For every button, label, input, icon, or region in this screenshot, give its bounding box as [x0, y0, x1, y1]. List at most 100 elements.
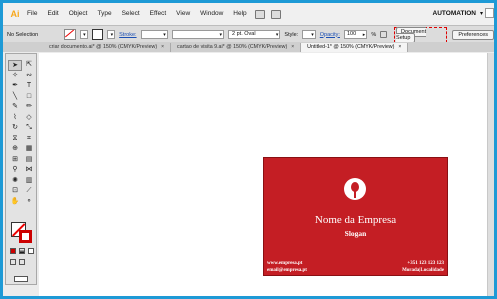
eraser-icon[interactable]: ◇ — [22, 113, 36, 124]
pencil-icon[interactable]: ✏ — [22, 102, 36, 113]
style-label: Style: — [284, 31, 299, 38]
opacity-label[interactable]: Opacity: — [320, 32, 340, 38]
eyedropper-icon[interactable]: ⚲ — [8, 165, 22, 176]
line-segment-icon[interactable]: ╲ — [8, 92, 22, 103]
menu-select[interactable]: Select — [117, 3, 145, 25]
fill-dropdown[interactable]: ▾ — [79, 30, 88, 39]
fill-swatch[interactable] — [64, 29, 76, 40]
menu-bar: Ai File Edit Object Type Select Effect V… — [3, 3, 494, 25]
preferences-button[interactable]: Preferences — [452, 29, 494, 40]
menu-help[interactable]: Help — [228, 3, 251, 25]
draw-normal-icon[interactable] — [10, 259, 16, 265]
search-input[interactable] — [485, 8, 494, 18]
fill-stroke-widget[interactable] — [11, 222, 35, 244]
tab-label: Untitled-1* @ 150% (CMYK/Preview) — [307, 44, 395, 50]
selection-tool-icon[interactable]: ➤ — [8, 60, 22, 71]
document-tabs: criar documento.ai* @ 150% (CMYK/Preview… — [3, 42, 494, 52]
workspace-switcher[interactable]: AUTOMATION — [433, 10, 476, 17]
menu-effect[interactable]: Effect — [145, 3, 172, 25]
free-transform-icon[interactable]: ⌗ — [22, 134, 36, 145]
vertical-scrollbar[interactable] — [487, 53, 494, 296]
menu-view[interactable]: View — [171, 3, 195, 25]
zoom-tool-icon[interactable]: ⚬ — [22, 197, 36, 208]
graphic-style-dropdown[interactable]: ▾ — [302, 30, 316, 39]
stroke-label[interactable]: Stroke: — [119, 32, 136, 38]
menu-window[interactable]: Window — [195, 3, 228, 25]
email: email@empresa.pt — [267, 268, 307, 273]
illustrator-window: Ai File Edit Object Type Select Effect V… — [3, 3, 494, 296]
close-icon[interactable]: × — [161, 43, 164, 52]
address: Morada|Localidade — [402, 268, 444, 273]
menu-edit[interactable]: Edit — [42, 3, 63, 25]
lasso-icon[interactable]: ∾ — [22, 71, 36, 82]
brush-name: 2 pt. Oval — [232, 31, 256, 37]
gradient-tool-icon[interactable]: ▤ — [22, 155, 36, 166]
tab-criar-documento[interactable]: criar documento.ai* @ 150% (CMYK/Preview… — [43, 43, 172, 52]
stroke-dropdown[interactable]: ▾ — [107, 30, 116, 39]
chevron-down-icon: ▾ — [83, 32, 86, 38]
type-tool-icon[interactable]: T — [22, 81, 36, 92]
screen-mode-icon[interactable] — [14, 276, 28, 282]
gradient-icon[interactable] — [19, 248, 25, 254]
symbol-sprayer-icon[interactable]: ✺ — [8, 176, 22, 187]
menu-file[interactable]: File — [22, 3, 42, 25]
scale-icon[interactable]: ⤡ — [22, 123, 36, 134]
company-name: Nome da Empresa — [314, 214, 397, 226]
bridge-icon[interactable] — [254, 9, 265, 19]
tab-label: criar documento.ai* @ 150% (CMYK/Preview… — [49, 44, 158, 50]
blend-tool-icon[interactable]: ⋈ — [22, 165, 36, 176]
blob-brush-icon[interactable]: ⌇ — [8, 113, 22, 124]
slice-tool-icon[interactable]: ⟋ — [22, 186, 36, 197]
drawing-mode-row — [10, 259, 25, 265]
chevron-down-icon[interactable]: ▾ — [480, 10, 483, 17]
tab-label: cartao de visita 9.ai* @ 150% (CMYK/Prev… — [177, 44, 288, 50]
arrange-documents-icon[interactable] — [270, 9, 281, 19]
chevron-down-icon: ▸ — [362, 32, 366, 38]
draw-behind-icon[interactable] — [19, 259, 25, 265]
document-setup-highlight: Document Setup — [394, 26, 448, 43]
direct-selection-tool-icon[interactable]: ⇱ — [22, 60, 36, 71]
tab-cartao-de-visita[interactable]: cartao de visita 9.ai* @ 150% (CMYK/Prev… — [171, 43, 302, 52]
spoon-logo-icon — [344, 178, 366, 200]
menu-object[interactable]: Object — [64, 3, 93, 25]
menu-type[interactable]: Type — [92, 3, 116, 25]
selection-status: No Selection — [7, 31, 39, 38]
chevron-down-icon: ▾ — [110, 32, 114, 38]
stroke-weight-input[interactable]: ▾ — [140, 30, 168, 39]
shape-builder-icon[interactable]: ⊕ — [8, 144, 22, 155]
business-card[interactable]: Nome da Empresa Slogan www.empresa.pt em… — [263, 157, 448, 276]
hand-tool-icon[interactable]: ✋ — [8, 197, 22, 208]
rotate-icon[interactable]: ↻ — [8, 123, 22, 134]
paintbrush-icon[interactable]: ✎ — [8, 102, 22, 113]
width-tool-icon[interactable]: ⧖ — [8, 134, 22, 145]
perspective-grid-icon[interactable]: ▦ — [22, 144, 36, 155]
document-setup-button[interactable]: Document Setup — [396, 26, 427, 43]
color-icon[interactable] — [10, 248, 16, 254]
chevron-down-icon: ▾ — [311, 32, 314, 38]
tab-untitled-1[interactable]: Untitled-1* @ 150% (CMYK/Preview) × — [301, 43, 409, 52]
stroke-swatch[interactable] — [91, 29, 104, 40]
close-icon[interactable]: × — [291, 43, 294, 52]
mesh-tool-icon[interactable]: ⊞ — [8, 155, 22, 166]
opacity-unit: % — [371, 31, 377, 38]
stroke-swatch-large[interactable] — [19, 230, 32, 243]
chevron-down-icon: ▾ — [275, 32, 279, 38]
brush-definition[interactable]: 2 pt. Oval ▾ — [228, 30, 281, 39]
none-icon[interactable] — [28, 248, 34, 254]
chevron-down-icon: ▾ — [219, 32, 223, 38]
website: www.empresa.pt — [267, 261, 303, 266]
recolor-icon[interactable] — [380, 31, 388, 38]
color-mode-row — [10, 248, 34, 254]
rectangle-tool-icon[interactable]: □ — [22, 92, 36, 103]
artboard-tool-icon[interactable]: ⊡ — [8, 186, 22, 197]
opacity-input[interactable]: 100 ▸ — [343, 30, 368, 39]
app-logo: Ai — [10, 9, 20, 19]
close-icon[interactable]: × — [398, 43, 401, 52]
magic-wand-icon[interactable]: ✧ — [8, 71, 22, 82]
pen-tool-icon[interactable]: ✒ — [8, 81, 22, 92]
variable-width-profile[interactable]: ▾ — [171, 30, 225, 39]
column-graph-icon[interactable]: ▥ — [22, 176, 36, 187]
phone: +351 123 123 123 — [407, 261, 444, 266]
chevron-down-icon: ▾ — [163, 32, 166, 38]
tools-panel: ➤ ⇱ ✧ ∾ ✒ T ╲ □ ✎ ✏ ⌇ ◇ ↻ ⤡ ⧖ ⌗ ⊕ ▦ ⊞ ▤ … — [5, 53, 37, 285]
